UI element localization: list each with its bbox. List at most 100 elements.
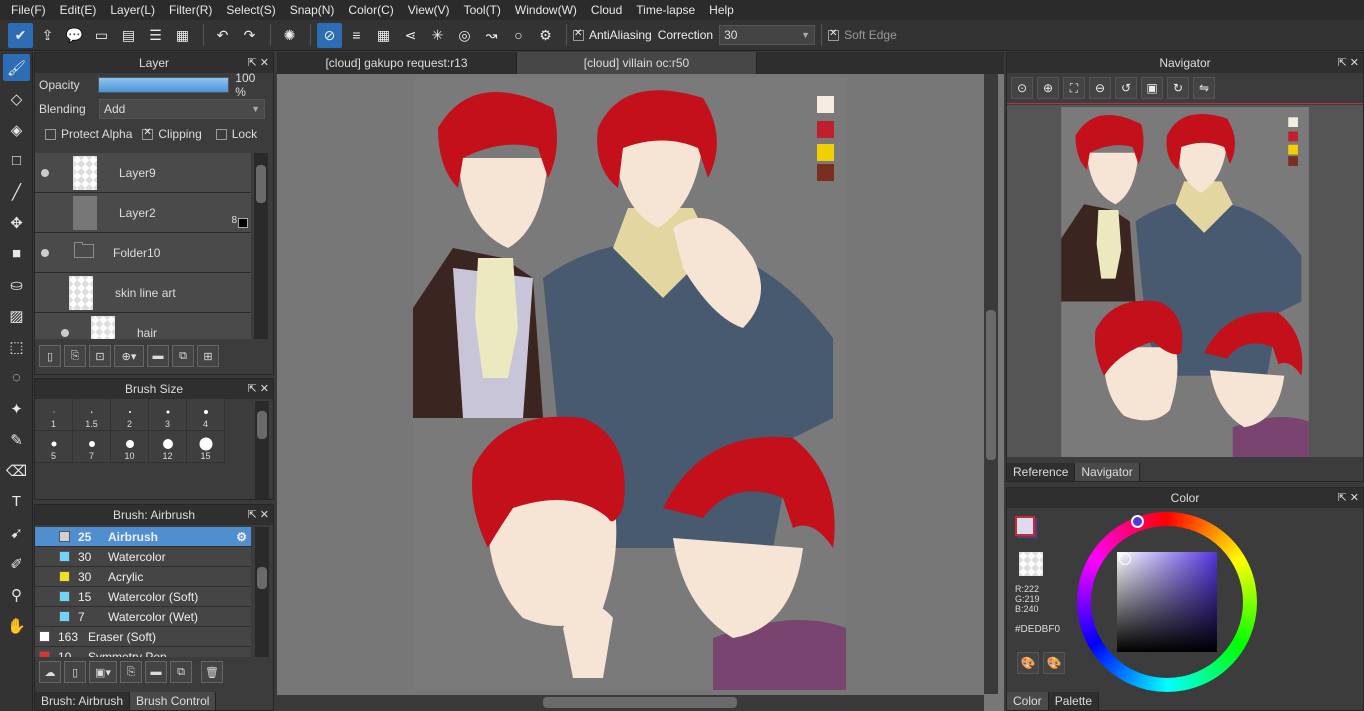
move-tool-icon[interactable]: ✥ [3,209,30,236]
menu-timelapse[interactable]: Time-lapse [629,0,702,20]
saturation-value-square[interactable] [1117,552,1217,652]
canvas-area[interactable]: [cloud] gakupo request:r13 [cloud] villa… [277,52,1004,711]
menu-snap[interactable]: Snap(N) [283,0,342,20]
flip-horizontal-icon[interactable]: ⇋ [1193,77,1215,99]
snap-settings-icon[interactable]: ⚙ [533,23,558,48]
brush-size-option[interactable]: 1 [35,399,73,431]
add-brush-menu-icon[interactable]: ▣▾ [89,661,117,683]
layer-scrollbar[interactable] [254,153,268,339]
menu-layer[interactable]: Layer(L) [103,0,162,20]
brush-tool-icon[interactable]: 🖌 [3,54,30,81]
brush-size-option[interactable]: 7 [73,431,111,463]
hue-wheel[interactable] [1077,512,1257,692]
panel-controls-icon[interactable]: ⇱ ✕ [1338,53,1360,73]
tab-navigator[interactable]: Navigator [1075,463,1140,481]
correction-select[interactable]: 30 ▼ [719,25,816,45]
brush-scrollbar[interactable] [255,527,269,657]
list-icon[interactable]: ☰ [143,23,168,48]
snap-parallel-icon[interactable]: ≡ [344,23,369,48]
canvas-horizontal-scrollbar[interactable] [277,695,984,711]
hand-tool-icon[interactable]: ✋ [3,612,30,639]
snap-ellipse-icon[interactable]: ○ [506,23,531,48]
menu-edit[interactable]: Edit(E) [53,0,104,20]
eraser-tool-icon[interactable]: ◇ [3,85,30,112]
menu-help[interactable]: Help [702,0,741,20]
layer-item[interactable]: Layer2 8 [35,193,251,233]
select-eraser-icon[interactable]: ◈ [3,116,30,143]
share-icon[interactable]: ⇪ [35,23,60,48]
hue-picker-handle[interactable] [1131,515,1144,528]
clipping-toggle[interactable]: Clipping [142,127,202,141]
duplicate-brush-icon[interactable]: ⧉ [170,661,192,683]
layer-item[interactable]: Layer9 [35,153,251,193]
eyedropper-icon[interactable]: ⚲ [3,581,30,608]
snap-off-icon[interactable]: ⊘ [317,22,342,48]
brush-item[interactable]: 7 Watercolor (Wet) [35,607,251,627]
tab-brush-control[interactable]: Brush Control [130,692,217,710]
fit-window-icon[interactable]: ⛶ [1063,77,1085,99]
scrollbar-thumb[interactable] [986,310,996,460]
panel-controls-icon[interactable]: ⇱ ✕ [248,379,270,399]
folder-item[interactable]: 🗀 Folder10 [35,233,251,273]
visibility-icon[interactable] [41,168,49,177]
brush-item[interactable]: 15 Watercolor (Soft) [35,587,251,607]
snap-perspective-icon[interactable]: ⋖ [398,23,423,48]
visibility-icon[interactable] [41,248,49,257]
document-icon[interactable]: ▤ [116,23,141,48]
bucket-icon[interactable]: ⛀ [3,271,30,298]
palette-icon[interactable]: 🎨 [1017,652,1039,674]
zoom-out-icon[interactable]: ⊖ [1089,77,1111,99]
new-brush-icon[interactable]: ▯ [64,661,86,683]
brush-size-option[interactable]: 3 [149,399,187,431]
antialiasing-checkbox[interactable] [573,28,584,41]
protect-alpha-checkbox[interactable] [45,128,56,140]
lasso-icon[interactable]: ◌ [3,364,30,391]
tab-document-villain[interactable]: [cloud] villain oc:r50 [517,52,757,74]
tab-color[interactable]: Color [1007,692,1049,710]
new-layer-icon[interactable]: ▯ [39,345,61,367]
divide-icon[interactable]: ✐ [3,550,30,577]
panel-controls-icon[interactable]: ⇱ ✕ [1338,488,1360,508]
canvas-vertical-scrollbar[interactable] [984,74,998,694]
transparent-color-swatch[interactable] [1019,552,1043,576]
rectangle-tool-icon[interactable]: □ [3,147,30,174]
menu-select[interactable]: Select(S) [219,0,282,20]
brush-size-option[interactable]: 5 [35,431,73,463]
panel-controls-icon[interactable]: ⇱ ✕ [248,505,270,525]
sv-picker-handle[interactable] [1119,553,1131,565]
marquee-icon[interactable]: ⬚ [3,333,30,360]
menu-window[interactable]: Window(W) [508,0,584,20]
soft-edge-checkbox[interactable] [828,28,840,41]
brush-item[interactable]: 25 Airbrush ⚙ [35,527,251,547]
brush-size-option[interactable]: 1.5 [73,399,111,431]
menu-color[interactable]: Color(C) [341,0,400,20]
opacity-slider[interactable] [98,77,230,93]
brush-item[interactable]: 30 Watercolor [35,547,251,567]
new-layer-1bit-icon[interactable]: ⊡ [89,345,111,367]
brush-size-option[interactable]: 4 [187,399,225,431]
message-icon[interactable]: ▭ [89,23,114,48]
navigator-preview[interactable] [1007,105,1363,457]
tab-brush-airbrush[interactable]: Brush: Airbrush [35,692,131,710]
cloud-save-icon[interactable]: ✔ [8,22,33,48]
snap-curve-icon[interactable]: ↝ [479,23,504,48]
brush-item[interactable]: 163 Eraser (Soft) [35,627,251,647]
palette-settings-icon[interactable]: 🎨 [1043,652,1065,674]
tab-document-gakupo[interactable]: [cloud] gakupo request:r13 [277,52,517,74]
checklist-icon[interactable]: ▦ [170,23,195,48]
operation-icon[interactable]: ➹ [3,519,30,546]
tab-reference[interactable]: Reference [1007,463,1076,481]
soft-edge-toggle[interactable]: Soft Edge [828,28,897,42]
brush-settings-icon[interactable]: ⎘ [120,661,142,683]
menu-filter[interactable]: Filter(R) [162,0,219,20]
scrollbar-thumb[interactable] [543,697,737,708]
menu-tool[interactable]: Tool(T) [457,0,508,20]
antialiasing-toggle[interactable]: AntiAliasing [573,28,652,42]
menu-view[interactable]: View(V) [401,0,457,20]
brush-size-scrollbar[interactable] [255,401,269,499]
line-tool-icon[interactable]: ╱ [3,178,30,205]
comment-icon[interactable]: 💬 [62,23,87,48]
lock-toggle[interactable]: Lock [215,127,257,141]
scrollbar-thumb[interactable] [257,567,267,589]
brush-size-option[interactable]: 2 [111,399,149,431]
